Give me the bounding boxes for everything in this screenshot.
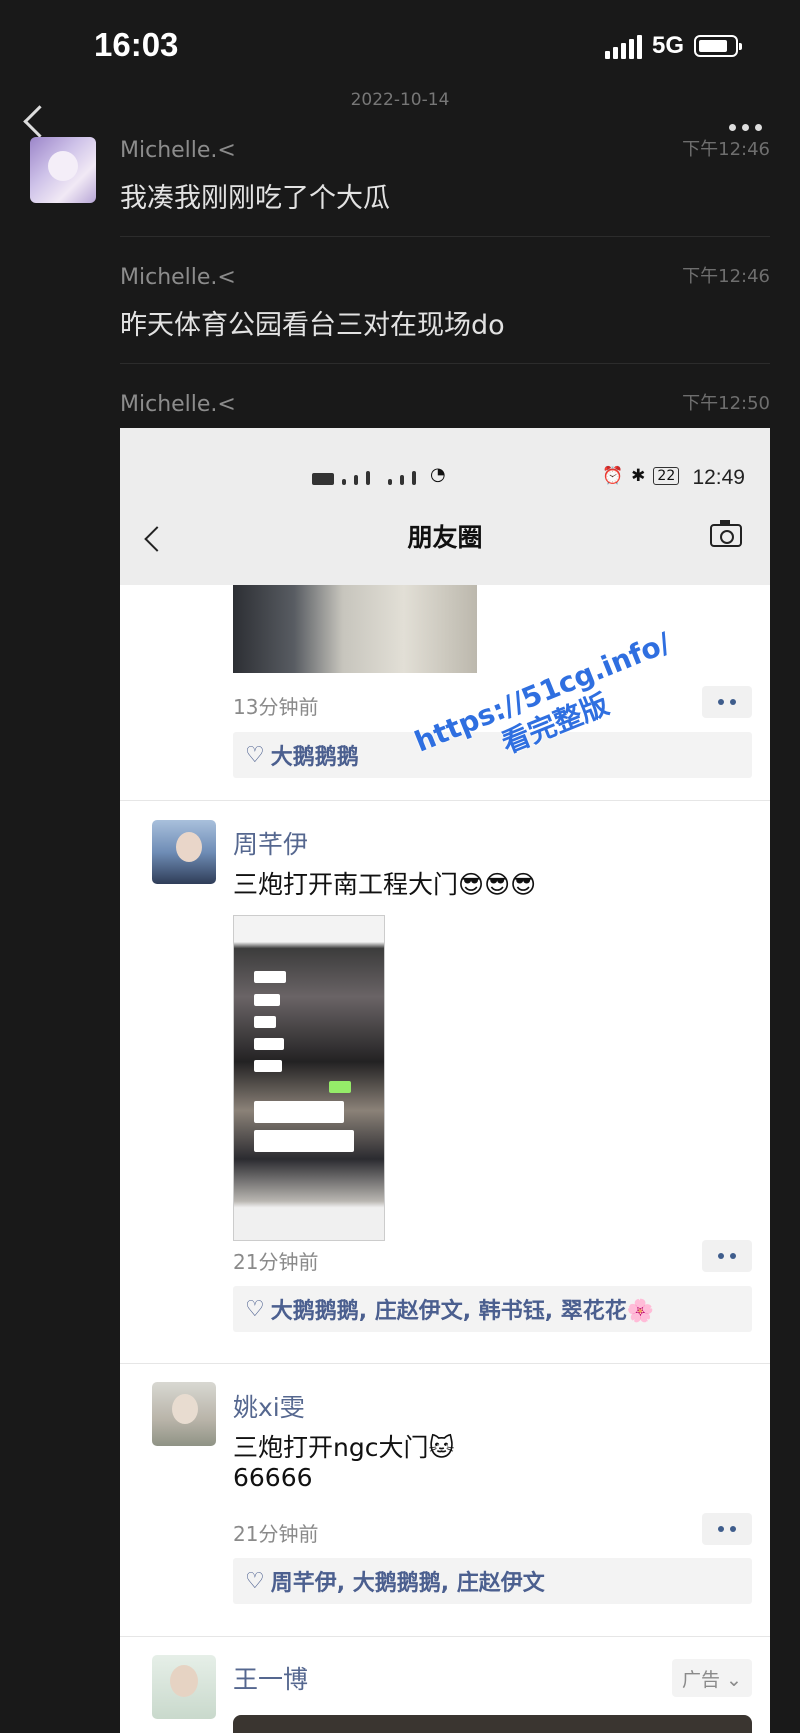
bluetooth-icon: ✱ [631,466,646,486]
post-text: 三炮打开ngc大门🐱 [233,1433,455,1462]
battery-icon [694,35,742,57]
avatar [152,1382,216,1446]
ad-tag: 广告 ⌄ [672,1659,752,1697]
post-author: 姚xi雯 [233,1393,305,1422]
message-sender: Michelle.< [120,392,236,417]
post-author: 周芊伊 [233,830,309,859]
signal-icon [604,33,642,59]
message-time: 下午12:46 [682,139,770,160]
post-time: 21分钟前 [233,1250,319,1274]
heart-icon: ♡ [245,1296,265,1322]
message-time: 下午12:50 [682,393,770,414]
more-options-icon[interactable] [729,124,762,131]
avatar[interactable] [30,137,96,203]
likes-names: 周芊伊, 大鹅鹅鹅, 庄赵伊文 [270,1571,545,1596]
heart-icon: ♡ [245,1568,265,1594]
inner-status-icons: ⏰ ✱ 22 [602,466,680,486]
post-divider [120,800,770,801]
status-time: 16:03 [94,26,179,63]
message-text[interactable]: 我凑我刚刚吃了个大瓜 [120,176,390,215]
network-type: 5G [651,32,684,59]
moments-title: 朋友圈 [407,523,483,552]
ad-image [233,1715,752,1733]
post-photo [233,585,477,673]
inner-clock: 12:49 [692,466,745,489]
comment-action-icon [702,1513,752,1545]
avatar [152,820,216,884]
message-time: 下午12:46 [682,266,770,287]
inner-signal-icons: ◔ [312,464,446,485]
post-likes: ♡ 周芊伊, 大鹅鹅鹅, 庄赵伊文 [233,1558,752,1604]
post-text-line2: 66666 [233,1463,313,1492]
message-divider [120,236,770,237]
camera-icon [710,520,742,547]
post-screenshot-thumbnail [233,915,385,1241]
post-time: 13分钟前 [233,695,319,719]
post-divider [120,1363,770,1364]
back-icon[interactable] [23,105,56,138]
post-likes: ♡ 大鹅鹅鹅, 庄赵伊文, 韩书钰, 翠花花🌸 [233,1286,752,1332]
message-divider [120,363,770,364]
message-text[interactable]: 昨天体育公园看台三对在现场do [120,303,505,342]
heart-icon: ♡ [245,742,265,768]
inner-battery: 22 [653,467,680,485]
post-author: 王一博 [233,1665,309,1694]
chat-date: 2022-10-14 [350,90,450,110]
post-divider [120,1636,770,1637]
post-time: 21分钟前 [233,1522,319,1546]
image-message[interactable]: ◔ ⏰ ✱ 22 12:49 朋友圈 13分钟前 ♡ 大鹅鹅鹅 周芊伊 三炮打开… [120,428,770,1733]
likes-names: 大鹅鹅鹅, 庄赵伊文, 韩书钰, 翠花花🌸 [270,1299,655,1324]
moments-header: ◔ ⏰ ✱ 22 12:49 朋友圈 [120,428,770,585]
comment-action-icon [702,686,752,718]
message-sender: Michelle.< [120,265,236,290]
comment-action-icon [702,1240,752,1272]
post-text: 三炮打开南工程大门😎😎😎 [233,870,537,899]
status-icons: 5G [604,32,742,60]
message-sender: Michelle.< [120,138,236,163]
likes-names: 大鹅鹅鹅 [270,745,359,770]
alarm-icon: ⏰ [602,466,624,486]
avatar [152,1655,216,1719]
